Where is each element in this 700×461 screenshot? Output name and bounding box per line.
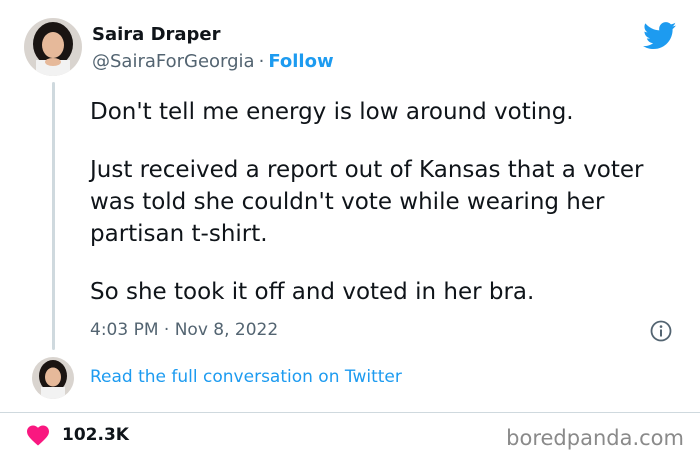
divider <box>0 412 700 413</box>
author-handle-row: @SairaForGeorgia · Follow <box>92 51 334 72</box>
tweet-timestamp[interactable]: 4:03 PM · Nov 8, 2022 <box>90 320 278 340</box>
tweet-paragraph: Don't tell me energy is low around votin… <box>90 99 574 125</box>
separator-dot: · <box>258 51 265 72</box>
thread-connector-line <box>52 82 55 350</box>
author-avatar-small[interactable] <box>32 357 74 399</box>
tweet-paragraph: So she took it off and voted in her bra. <box>90 279 535 305</box>
watermark: boredpanda.com <box>506 426 684 450</box>
info-icon[interactable] <box>650 320 672 342</box>
author-name[interactable]: Saira Draper <box>92 24 221 45</box>
follow-link[interactable]: Follow <box>268 51 333 72</box>
read-full-conversation-link[interactable]: Read the full conversation on Twitter <box>90 367 402 387</box>
likes-count[interactable]: 102.3K <box>62 425 129 445</box>
twitter-bird-icon[interactable] <box>643 22 677 50</box>
author-avatar[interactable] <box>24 18 82 76</box>
tweet-embed-card: Saira Draper @SairaForGeorgia · Follow Don… <box>0 0 700 461</box>
author-handle[interactable]: @SairaForGeorgia <box>92 51 255 72</box>
tweet-body: Don't tell me energy is low around votin… <box>90 96 680 334</box>
tweet-paragraph: Just received a report out of Kansas tha… <box>90 157 644 247</box>
heart-icon[interactable] <box>26 424 50 446</box>
